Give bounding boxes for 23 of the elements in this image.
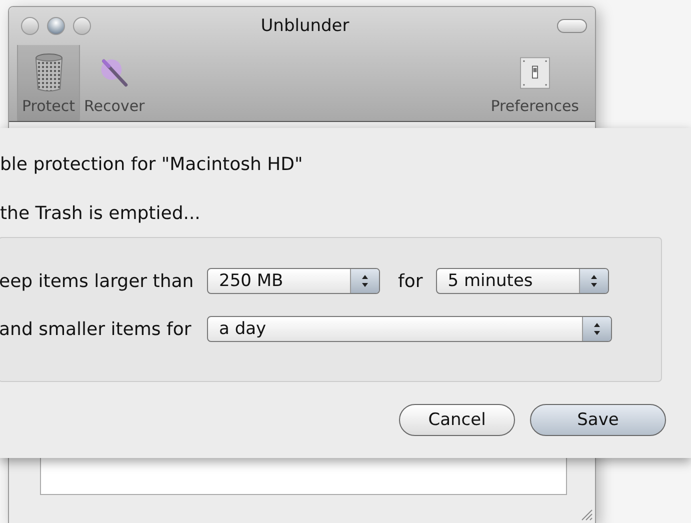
close-button[interactable] <box>21 17 39 35</box>
cancel-button[interactable]: Cancel <box>399 404 515 436</box>
text-area[interactable] <box>40 455 567 495</box>
section-label: the Trash is emptied... <box>0 205 202 223</box>
toolbar-toggle-button[interactable] <box>557 19 587 33</box>
up-down-arrows-icon <box>588 273 599 289</box>
zoom-button[interactable] <box>73 17 91 35</box>
save-button[interactable]: Save <box>530 404 666 436</box>
resize-grip-icon[interactable] <box>579 507 593 521</box>
popup-button[interactable]: 5 minutes <box>436 268 609 294</box>
field-label: for <box>398 270 423 292</box>
field-label: and smaller items for <box>0 318 192 340</box>
minimize-button[interactable] <box>47 17 65 35</box>
checkbox-label: ble protection for "Macintosh HD" <box>0 156 304 174</box>
popup-button[interactable]: a day <box>207 316 612 342</box>
popup-button[interactable]: 250 MB <box>207 268 380 294</box>
up-down-arrows-icon <box>592 321 602 337</box>
field-label: eep items larger than <box>0 270 195 292</box>
window-title: Unblunder <box>260 16 350 36</box>
toolbar-item[interactable]: Preferences <box>486 45 583 121</box>
up-down-arrows-icon <box>360 273 370 289</box>
toolbar-item[interactable]: Protect <box>17 45 80 121</box>
toolbar-item[interactable]: Recover <box>80 45 149 121</box>
